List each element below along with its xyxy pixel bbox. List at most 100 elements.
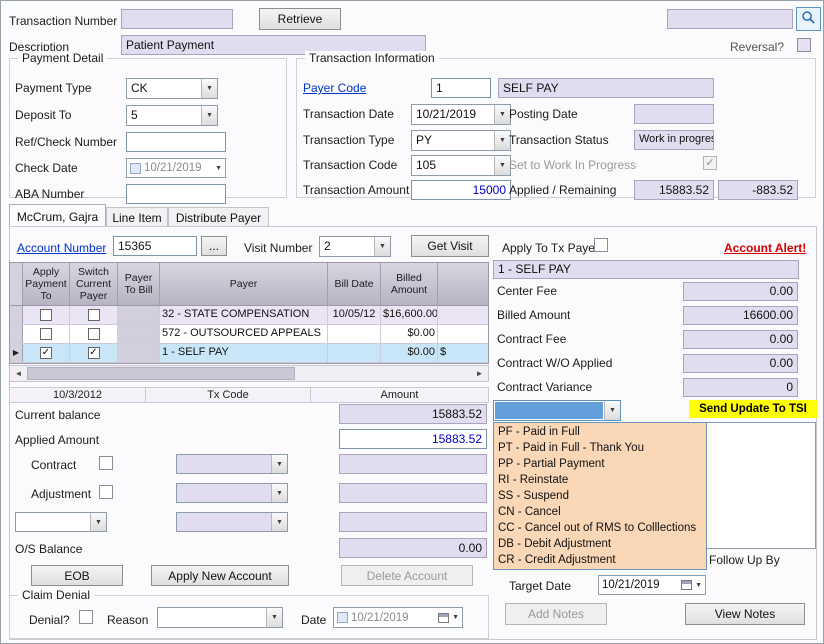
transaction-code-combo[interactable]: 105 ▼ (411, 155, 511, 176)
posting-date-field (634, 104, 714, 124)
transaction-amount-label: Transaction Amount (303, 183, 409, 197)
status-option[interactable]: SS - Suspend (494, 488, 706, 504)
adjustment-txcode-combo[interactable]: ▼ (176, 483, 288, 503)
payer-grid: Apply Payment To Switch Current Payer Pa… (9, 262, 489, 364)
status-option[interactable]: DB - Debit Adjustment (494, 536, 706, 552)
column-header: Switch Current Payer (70, 263, 118, 305)
retrieve-button[interactable]: Retrieve (259, 8, 341, 30)
account-number-input[interactable] (113, 236, 197, 256)
scrollbar-thumb[interactable] (27, 367, 295, 380)
denial-date-checkbox[interactable] (337, 612, 348, 623)
payer-code-link[interactable]: Payer Code (303, 81, 366, 95)
check-icon: ✓ (705, 157, 714, 169)
denial-checkbox[interactable] (79, 610, 93, 624)
payer-code-input[interactable] (431, 78, 491, 98)
apply-payment-checkbox[interactable] (40, 328, 52, 340)
applied-amount-input[interactable] (339, 429, 487, 449)
follow-up-by-label: Follow Up By (709, 553, 780, 567)
horizontal-scrollbar[interactable]: ◄ ► (9, 365, 489, 382)
tab-mccrum-gajra[interactable]: McCrum, Gajra (9, 204, 106, 226)
payer-to-bill-cell (118, 325, 160, 343)
apply-to-tx-payer-checkbox[interactable] (594, 238, 608, 252)
status-option[interactable]: PF - Paid in Full (494, 424, 706, 440)
status-option[interactable]: PT - Paid in Full - Thank You (494, 440, 706, 456)
ref-check-number-input[interactable] (126, 132, 226, 152)
reason-combo[interactable]: ▼ (157, 607, 283, 628)
row-marker-icon: ▶ (13, 348, 19, 357)
status-option[interactable]: RI - Reinstate (494, 472, 706, 488)
browse-button[interactable]: ... (201, 236, 227, 256)
reversal-checkbox[interactable] (797, 38, 811, 52)
transaction-info-title: Transaction Information (305, 51, 439, 65)
transaction-amount-input[interactable] (411, 180, 511, 200)
payment-type-combo[interactable]: CK ▼ (126, 78, 218, 99)
account-number-link[interactable]: Account Number (17, 241, 106, 255)
visit-date-header: 10/3/2012 (9, 387, 146, 403)
apply-payment-cell (23, 325, 70, 343)
contract-amount-field (339, 454, 487, 474)
denial-date-value: 10/21/2019 (351, 612, 435, 624)
extra-type-combo[interactable]: ▼ (15, 512, 107, 532)
extra-cell (438, 306, 489, 324)
remaining-field: -883.52 (718, 180, 798, 200)
apply-new-account-button[interactable]: Apply New Account (151, 565, 289, 586)
add-notes-button[interactable]: Add Notes (505, 603, 607, 625)
deposit-to-combo[interactable]: 5 ▼ (126, 105, 218, 126)
contract-fee-field: 0.00 (683, 330, 798, 349)
applied-amount-label: Applied Amount (15, 433, 99, 447)
adjustment-checkbox[interactable] (99, 485, 113, 499)
deposit-to-value: 5 (127, 106, 201, 125)
os-balance-label: O/S Balance (15, 542, 82, 556)
status-option[interactable]: CC - Cancel out of RMS to Colllections (494, 520, 706, 536)
extra-amount-field (339, 512, 487, 532)
check-date-label: Check Date (15, 161, 78, 175)
transaction-code-label: Transaction Code (303, 158, 397, 172)
account-alert-link[interactable]: Account Alert! (724, 241, 806, 255)
payer-grid-row-selected[interactable]: ▶ ✓ ✓ 1 - SELF PAY $0.00 $ (10, 344, 488, 363)
switch-payer-checkbox[interactable] (88, 309, 100, 321)
view-notes-button[interactable]: View Notes (685, 603, 805, 625)
status-combo[interactable]: ▼ (493, 400, 621, 421)
payer-grid-row[interactable]: 572 - OUTSOURCED APPEALS $0.00 (10, 325, 488, 344)
contract-variance-label: Contract Variance (497, 380, 592, 394)
contract-checkbox[interactable] (99, 456, 113, 470)
visit-number-combo[interactable]: 2 ▼ (319, 236, 391, 257)
check-date-checkbox[interactable] (130, 163, 141, 174)
tab-distribute-payer[interactable]: Distribute Payer (168, 207, 269, 226)
eob-button[interactable]: EOB (31, 565, 123, 586)
scroll-right-icon[interactable]: ► (471, 366, 488, 381)
status-option[interactable]: CN - Cancel (494, 504, 706, 520)
aba-number-label: ABA Number (15, 187, 84, 201)
aba-number-input[interactable] (126, 184, 226, 204)
transaction-date-combo[interactable]: 10/21/2019 ▼ (411, 104, 511, 125)
switch-payer-checkbox[interactable] (88, 328, 100, 340)
column-header (438, 263, 489, 305)
denial-date-picker[interactable]: 10/21/2019 ▼ (333, 607, 463, 628)
apply-payment-cell (23, 306, 70, 324)
transaction-number-field (121, 9, 233, 29)
transaction-type-combo[interactable]: PY ▼ (411, 130, 511, 151)
payer-grid-row[interactable]: 32 - STATE COMPENSATION 10/05/12 $16,600… (10, 306, 488, 325)
reversal-label: Reversal? (730, 40, 784, 54)
apply-payment-checkbox[interactable]: ✓ (40, 347, 52, 359)
status-option[interactable]: PP - Partial Payment (494, 456, 706, 472)
extra-txcode-combo[interactable]: ▼ (176, 512, 288, 532)
status-option[interactable]: CR - Credit Adjustment (494, 552, 706, 568)
adjustment-label: Adjustment (31, 487, 91, 501)
target-date-picker[interactable]: 10/21/2019 ▼ (598, 575, 706, 595)
status-combo-selection (495, 402, 603, 419)
chevron-down-icon: ▼ (452, 614, 459, 621)
check-date-picker[interactable]: 10/21/2019 ▼ (126, 158, 226, 178)
target-date-label: Target Date (509, 579, 571, 593)
search-button[interactable] (796, 7, 821, 31)
delete-account-button[interactable]: Delete Account (341, 565, 473, 586)
get-visit-button[interactable]: Get Visit (411, 235, 489, 257)
switch-payer-checkbox[interactable]: ✓ (88, 347, 100, 359)
contract-label: Contract (31, 458, 76, 472)
apply-payment-checkbox[interactable] (40, 309, 52, 321)
contract-txcode-combo[interactable]: ▼ (176, 454, 288, 474)
scroll-left-icon[interactable]: ◄ (10, 366, 27, 381)
contract-fee-label: Contract Fee (497, 332, 566, 346)
bill-date-cell: 10/05/12 (328, 306, 381, 324)
tab-line-item[interactable]: Line Item (106, 207, 168, 226)
